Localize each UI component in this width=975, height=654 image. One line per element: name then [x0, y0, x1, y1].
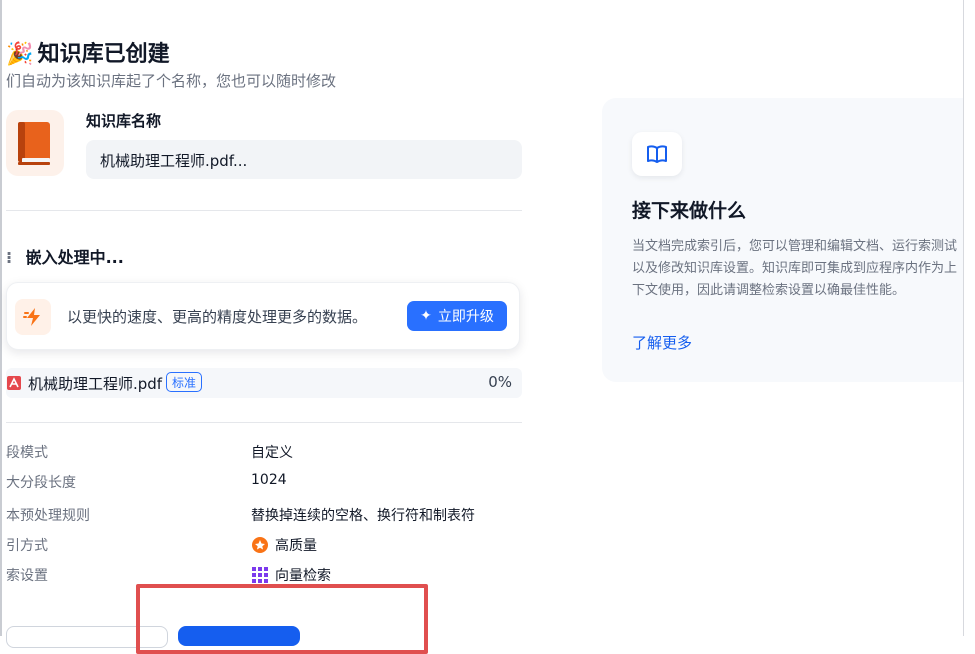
bolt-icon-tile: [15, 299, 51, 335]
party-icon: 🎉: [6, 42, 34, 67]
setting-label-segment-mode: 段模式: [6, 445, 48, 461]
lightning-icon: [23, 308, 40, 326]
spinner-icon: ⁝: [6, 248, 13, 267]
next-steps-panel: 接下来做什么 当文档完成索引后，您可以管理和编辑文档、运行索测试以及修改知识库设…: [602, 98, 963, 382]
open-book-icon: [647, 145, 667, 163]
upgrade-button-label: 立即升级: [437, 309, 494, 325]
window-border-right: [963, 0, 975, 636]
setting-label-preprocess: 本预处理规则: [6, 508, 90, 524]
file-mode-badge: 标准: [166, 372, 203, 392]
setting-value-text: 1024: [251, 472, 287, 488]
upgrade-text: 以更快的速度、更高的精度处理更多的数据。: [67, 308, 368, 326]
setting-label-max-length: 大分段长度: [6, 475, 76, 491]
page-subtitle: 们自动为该知识库起了个名称，您也可以随时修改: [6, 72, 337, 90]
setting-value-retrieval: 向量检索: [251, 565, 331, 585]
setting-label-retrieval: 索设置: [6, 568, 48, 584]
embedding-status-title: ⁝ 嵌入处理中...: [6, 244, 124, 268]
next-steps-icon-tile: [632, 132, 682, 176]
divider: [6, 210, 522, 211]
book-icon: [18, 122, 50, 165]
kb-name-label: 知识库名称: [86, 112, 162, 130]
setting-value-preprocess: 替换掉连续的空格、换行符和制表符: [251, 505, 475, 525]
setting-label-index-mode: 引方式: [6, 538, 48, 554]
page-title-text: 知识库已创建: [37, 42, 170, 67]
sparkle-icon: ✦: [420, 308, 432, 324]
learn-more-link[interactable]: 了解更多: [632, 332, 692, 353]
window-border-left: [0, 0, 2, 636]
page-title: 🎉 知识库已创建: [6, 36, 170, 68]
next-steps-title: 接下来做什么: [632, 200, 747, 222]
setting-value-text: 替换掉连续的空格、换行符和制表符: [251, 508, 475, 524]
vector-grid-icon: [252, 567, 268, 583]
annotation-highlight-box: [136, 584, 428, 654]
setting-value-max-length: 1024: [251, 472, 287, 488]
setting-value-index-mode: 高质量: [251, 535, 317, 555]
file-row[interactable]: 机械助理工程师.pdf 标准 0%: [6, 368, 522, 398]
setting-value-text: 向量检索: [275, 568, 331, 584]
kb-name-input[interactable]: 机械助理工程师.pdf...: [86, 140, 522, 179]
upgrade-card: 以更快的速度、更高的精度处理更多的数据。 ✦ 立即升级: [6, 282, 520, 350]
setting-value-segment-mode: 自定义: [251, 442, 293, 462]
next-steps-description: 当文档完成索引后，您可以管理和编辑文档、运行索测试以及修改知识库设置。知识库即可…: [632, 239, 958, 298]
high-quality-icon: [252, 537, 268, 553]
kb-icon-tile[interactable]: [6, 110, 64, 176]
pdf-icon: [7, 376, 21, 390]
setting-value-text: 高质量: [275, 538, 317, 554]
file-progress: 0%: [488, 373, 512, 391]
file-name: 机械助理工程师.pdf: [28, 375, 163, 393]
embedding-status-text: 嵌入处理中...: [25, 248, 124, 267]
upgrade-button[interactable]: ✦ 立即升级: [407, 301, 507, 331]
divider: [6, 422, 522, 423]
setting-value-text: 自定义: [251, 445, 293, 461]
